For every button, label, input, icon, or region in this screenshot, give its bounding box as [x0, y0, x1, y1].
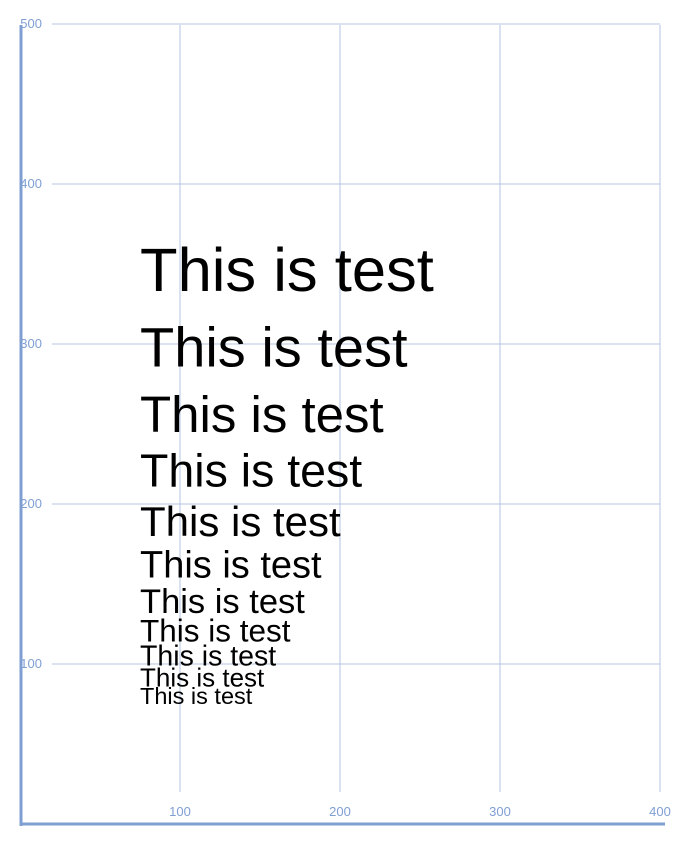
y-tick-label: 200 [20, 496, 42, 511]
sample-text: This is test [140, 386, 384, 443]
sample-text: This is test [140, 315, 408, 378]
y-tick-label: 400 [20, 176, 42, 191]
x-tick-label: 100 [169, 804, 191, 819]
sample-text: This is test [140, 444, 362, 496]
text-test-plot: 100 200 300 400 100 200 300 400 500 This is test… [19, 16, 671, 826]
sample-text: This is test [140, 498, 341, 545]
sample-text: This is test [140, 683, 253, 709]
y-tick-label: 500 [20, 16, 42, 31]
y-tick-label: 100 [20, 656, 42, 671]
y-tick-label: 300 [20, 336, 42, 351]
sample-text: This is test [140, 545, 322, 587]
x-tick-label: 300 [489, 804, 511, 819]
x-tick-label: 200 [329, 804, 351, 819]
x-tick-label: 400 [649, 804, 671, 819]
sample-text: This is test [140, 236, 434, 305]
text-samples: This is testThis is testThis is testThis… [140, 236, 434, 709]
